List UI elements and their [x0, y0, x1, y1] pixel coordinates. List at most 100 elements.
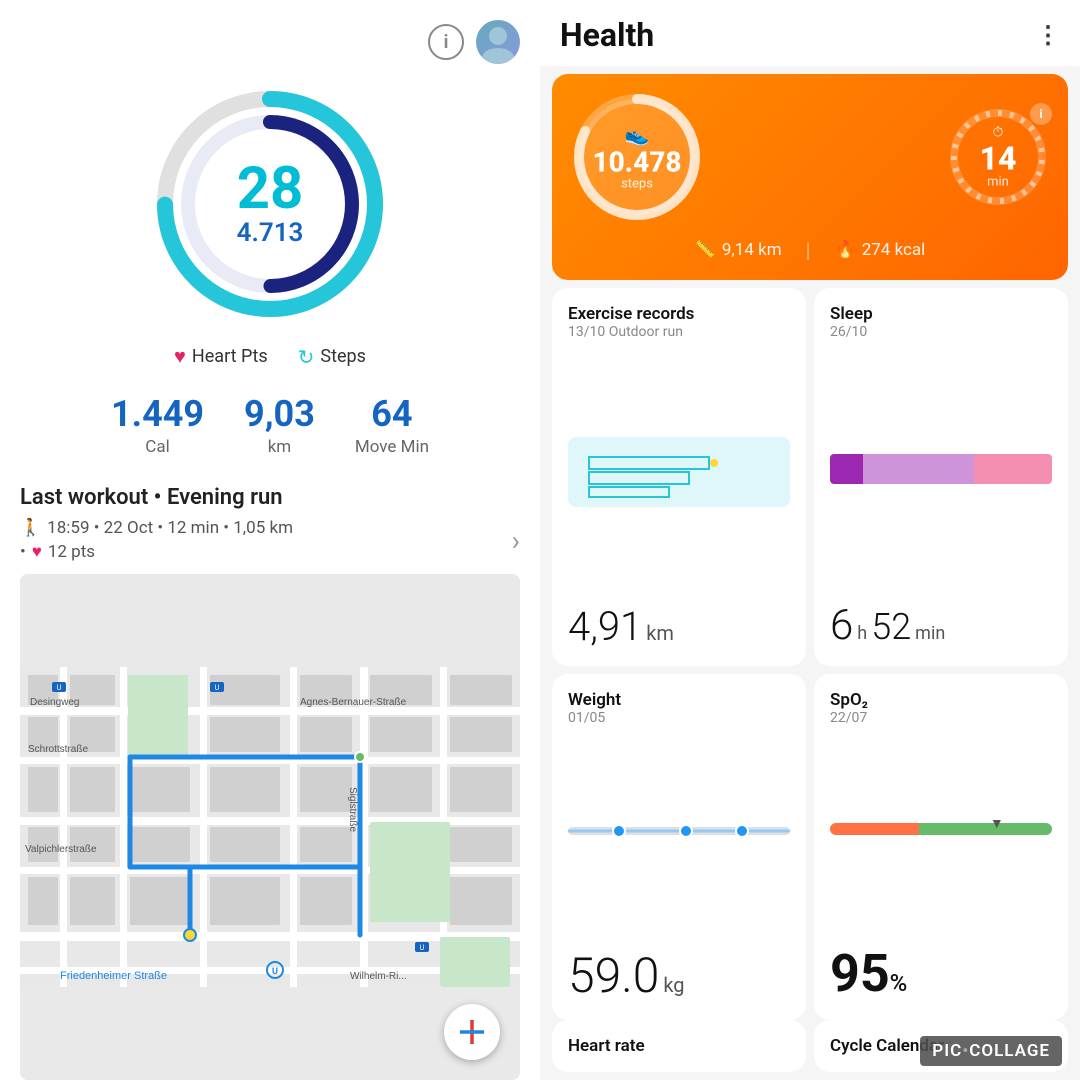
map-background: U U U Desingweg Schrottstraße Agnes-Bern… [20, 574, 520, 1080]
steps-legend: ↻ Steps [298, 344, 366, 369]
calories-icon: 🔥 [835, 240, 856, 260]
svg-text:U: U [272, 967, 278, 977]
weight-bar [568, 827, 790, 835]
exercise-card[interactable]: Exercise records 13/10 Outdoor run 4,91 … [552, 288, 806, 666]
heart-pts-icon: ♥ [32, 542, 42, 562]
exercise-value: 4,91 km [568, 603, 790, 650]
cycle-card[interactable]: Cycle Calendar PIC•COLLAGE [814, 1020, 1068, 1072]
sleep-card-title: Sleep [830, 304, 1052, 324]
banner-info-icon[interactable]: i [1030, 103, 1052, 125]
exercise-map [568, 437, 790, 507]
left-panel: i 28 4.713 ♥ Heart Pts [0, 0, 540, 1080]
exercise-card-date: 13/10 Outdoor run [568, 324, 790, 340]
weight-unit: kg [663, 973, 684, 997]
km-stat: 9,03 km [244, 393, 315, 457]
watermark: PIC•COLLAGE [920, 1036, 1062, 1066]
spo2-card[interactable]: SpO₂ 22/07 ▼ 95 % [814, 674, 1068, 1020]
more-menu-icon[interactable]: ⋮ [1036, 21, 1060, 49]
spo2-unit: % [890, 969, 908, 997]
steps-value: 10.478 [592, 149, 681, 177]
svg-text:Friedenheimer Straße: Friedenheimer Straße [60, 970, 167, 982]
workout-section[interactable]: Last workout • Evening run 🚶 18:59 • 22 … [20, 485, 520, 574]
ring-sub-value: 4.713 [237, 218, 304, 248]
move-min-label: Move Min [355, 437, 429, 457]
chevron-right-icon[interactable]: › [512, 524, 520, 557]
svg-text:Siglstraße: Siglstraße [347, 787, 358, 832]
exercise-km-unit: km [646, 621, 674, 645]
steps-label: Steps [320, 346, 366, 367]
svg-text:U: U [420, 944, 425, 952]
distance-icon: 📏 [695, 240, 716, 260]
spo2-value: 95 % [830, 943, 1052, 1004]
timer-value: 14 [980, 143, 1017, 175]
spo2-card-date: 22/07 [830, 710, 1052, 726]
timer-center: ⏱ 14 min [980, 125, 1017, 190]
cal-label: Cal [111, 437, 204, 457]
cal-stat: 1.449 Cal [111, 393, 204, 457]
bullet: • [20, 542, 26, 562]
left-header: i [20, 20, 520, 64]
sleep-light-segment [863, 454, 974, 484]
workout-info: 🚶 18:59 • 22 Oct • 12 min • 1,05 km • ♥ … [20, 518, 293, 562]
svg-text:U: U [215, 684, 220, 692]
weight-card[interactable]: Weight 01/05 59.0 kg [552, 674, 806, 1020]
sleep-min-unit: min [915, 623, 945, 644]
sleep-value: 6 h 52 min [830, 601, 1052, 650]
banner-top: 👟 10.478 steps ⏱ 14 [572, 92, 1048, 222]
steps-label: steps [592, 177, 681, 192]
km-value: 9,03 [244, 393, 315, 435]
svg-text:Agnes-Bernauer-Straße: Agnes-Bernauer-Straße [300, 697, 407, 708]
banner-bottom: 📏 9,14 km | 🔥 274 kcal [572, 234, 1048, 262]
sleep-mins-value: 52 [871, 606, 911, 648]
workout-detail: 🚶 18:59 • 22 Oct • 12 min • 1,05 km • ♥ … [20, 518, 520, 562]
sleep-deep-segment [830, 454, 863, 484]
health-cards-grid: Exercise records 13/10 Outdoor run 4,91 … [540, 288, 1080, 1020]
weight-card-date: 01/05 [568, 710, 790, 726]
weight-value: 59.0 kg [568, 947, 790, 1004]
heart-pts-label: Heart Pts [192, 346, 268, 367]
sleep-h-unit: h [857, 623, 867, 644]
exercise-km-value: 4,91 [568, 603, 642, 650]
exercise-card-header: Exercise records 13/10 Outdoor run [568, 304, 790, 340]
activity-banner: 👟 10.478 steps ⏱ 14 [552, 74, 1068, 280]
heart-pts-legend: ♥ Heart Pts [174, 344, 268, 369]
spo2-bar [830, 823, 1052, 835]
add-activity-button[interactable] [444, 1004, 500, 1060]
timer-icon: ⏱ [980, 125, 1017, 141]
workout-map[interactable]: U U U Desingweg Schrottstraße Agnes-Bern… [20, 574, 520, 1080]
workout-time: 🚶 18:59 • 22 Oct • 12 min • 1,05 km [20, 518, 293, 538]
spo2-marker: ▼ [990, 815, 1004, 832]
ring-main-value: 28 [237, 160, 304, 218]
km-label: km [244, 437, 315, 457]
weight-dot-end [735, 824, 749, 838]
sleep-hours-value: 6 [830, 601, 853, 650]
ring-chart: 28 4.713 [150, 84, 390, 324]
steps-circle: 👟 10.478 steps [572, 92, 702, 222]
run-icon: 🚶 [20, 518, 41, 538]
exercise-card-title: Exercise records [568, 304, 790, 324]
sleep-card-header: Sleep 26/10 [830, 304, 1052, 340]
timer-circle: ⏱ 14 min i [948, 107, 1048, 207]
info-icon[interactable]: i [428, 24, 464, 60]
sleep-rem-segment [974, 454, 1052, 484]
ring-legend: ♥ Heart Pts ↻ Steps [174, 344, 366, 369]
weight-card-title: Weight [568, 690, 790, 710]
banner-distance: 📏 9,14 km [695, 240, 782, 260]
weight-card-header: Weight 01/05 [568, 690, 790, 726]
steps-icon: ↻ [298, 345, 315, 369]
spo2-bar-container: ▼ [830, 823, 1052, 835]
avatar[interactable] [476, 20, 520, 64]
svg-text:Schrottstraße: Schrottstraße [28, 744, 88, 755]
sleep-card[interactable]: Sleep 26/10 6 h 52 min [814, 288, 1068, 666]
svg-text:Wilhelm-Ri...: Wilhelm-Ri... [350, 971, 407, 982]
sleep-bar [830, 454, 1052, 484]
bottom-cards: Heart rate Cycle Calendar PIC•COLLAGE [540, 1020, 1080, 1080]
heart-rate-card[interactable]: Heart rate [552, 1020, 806, 1072]
shoe-icon: 👟 [592, 123, 681, 147]
workout-pts: • ♥ 12 pts [20, 542, 293, 562]
right-header: Health ⋮ [540, 0, 1080, 66]
move-min-stat: 64 Move Min [355, 393, 429, 457]
sleep-card-date: 26/10 [830, 324, 1052, 340]
svg-text:Desingweg: Desingweg [30, 697, 79, 708]
app-title: Health [560, 16, 654, 54]
